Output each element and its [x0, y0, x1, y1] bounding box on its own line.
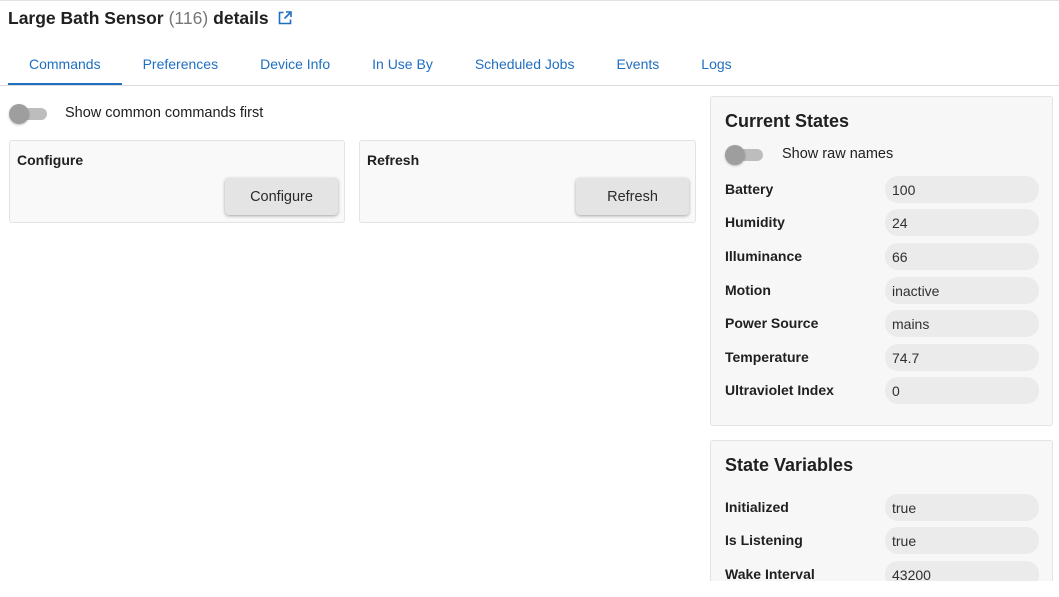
common-commands-toggle[interactable] — [9, 103, 47, 124]
state-row-humidity: Humidity 24 — [725, 209, 1039, 236]
configure-button[interactable]: Configure — [225, 178, 338, 215]
state-row-motion: Motion inactive — [725, 277, 1039, 304]
raw-names-toggle-row: Show raw names — [725, 143, 893, 165]
state-variable-row-is-listening: Is Listening true — [725, 527, 1039, 554]
state-row-ultraviolet-index: Ultraviolet Index 0 — [725, 377, 1039, 404]
command-card-refresh: Refresh Refresh — [359, 140, 696, 223]
toggle-knob — [9, 104, 29, 124]
state-name: Motion — [725, 282, 771, 298]
state-name: Battery — [725, 181, 774, 197]
tab-logs[interactable]: Logs — [680, 42, 752, 85]
tab-scheduled-jobs[interactable]: Scheduled Jobs — [454, 42, 596, 85]
variable-value: true — [885, 527, 1039, 554]
page-title: Large Bath Sensor (116) details — [8, 7, 293, 29]
state-name: Temperature — [725, 349, 809, 365]
device-id: (116) — [168, 7, 209, 28]
state-variable-row-initialized: Initialized true — [725, 494, 1039, 521]
common-commands-toggle-row: Show common commands first — [9, 102, 263, 124]
tab-in-use-by[interactable]: In Use By — [351, 42, 454, 85]
variable-name: Is Listening — [725, 532, 803, 548]
tab-preferences[interactable]: Preferences — [122, 42, 239, 85]
tab-commands[interactable]: Commands — [8, 42, 122, 85]
variable-value: true — [885, 494, 1039, 521]
state-row-illuminance: Illuminance 66 — [725, 243, 1039, 270]
variable-name: Wake Interval — [725, 566, 815, 582]
raw-names-label: Show raw names — [782, 146, 894, 162]
state-value: 100 — [885, 176, 1039, 203]
title-suffix: details — [213, 7, 269, 28]
state-name: Power Source — [725, 315, 819, 331]
refresh-button[interactable]: Refresh — [576, 178, 689, 215]
command-title: Refresh — [367, 152, 420, 168]
current-states-panel: Current States Show raw names Battery 10… — [710, 96, 1053, 426]
variable-name: Initialized — [725, 499, 789, 515]
state-name: Illuminance — [725, 248, 803, 264]
state-name: Ultraviolet Index — [725, 382, 834, 398]
state-value: 24 — [885, 209, 1039, 236]
top-divider — [0, 0, 1059, 1]
state-row-temperature: Temperature 74.7 — [725, 344, 1039, 371]
open-in-new-icon[interactable] — [277, 10, 293, 26]
state-variables-panel: State Variables Initialized true Is List… — [710, 440, 1053, 590]
state-row-power-source: Power Source mains — [725, 310, 1039, 337]
state-value: 66 — [885, 243, 1039, 270]
state-value: 0 — [885, 377, 1039, 404]
raw-names-toggle[interactable] — [725, 144, 763, 165]
command-card-configure: Configure Configure — [9, 140, 345, 223]
state-value: 74.7 — [885, 344, 1039, 371]
tab-bar: Commands Preferences Device Info In Use … — [8, 42, 753, 85]
device-name: Large Bath Sensor — [8, 7, 164, 28]
state-name: Humidity — [725, 214, 785, 230]
tabs-divider — [0, 85, 1059, 86]
toggle-knob — [725, 145, 745, 165]
command-title: Configure — [17, 152, 84, 168]
state-value: mains — [885, 310, 1039, 337]
current-states-title: Current States — [725, 111, 850, 131]
state-value: inactive — [885, 277, 1039, 304]
state-variables-title: State Variables — [725, 455, 854, 475]
common-commands-label: Show common commands first — [65, 105, 264, 121]
tab-device-info[interactable]: Device Info — [239, 42, 351, 85]
bottom-clip — [0, 581, 1059, 597]
tab-events[interactable]: Events — [595, 42, 680, 85]
state-row-battery: Battery 100 — [725, 176, 1039, 203]
